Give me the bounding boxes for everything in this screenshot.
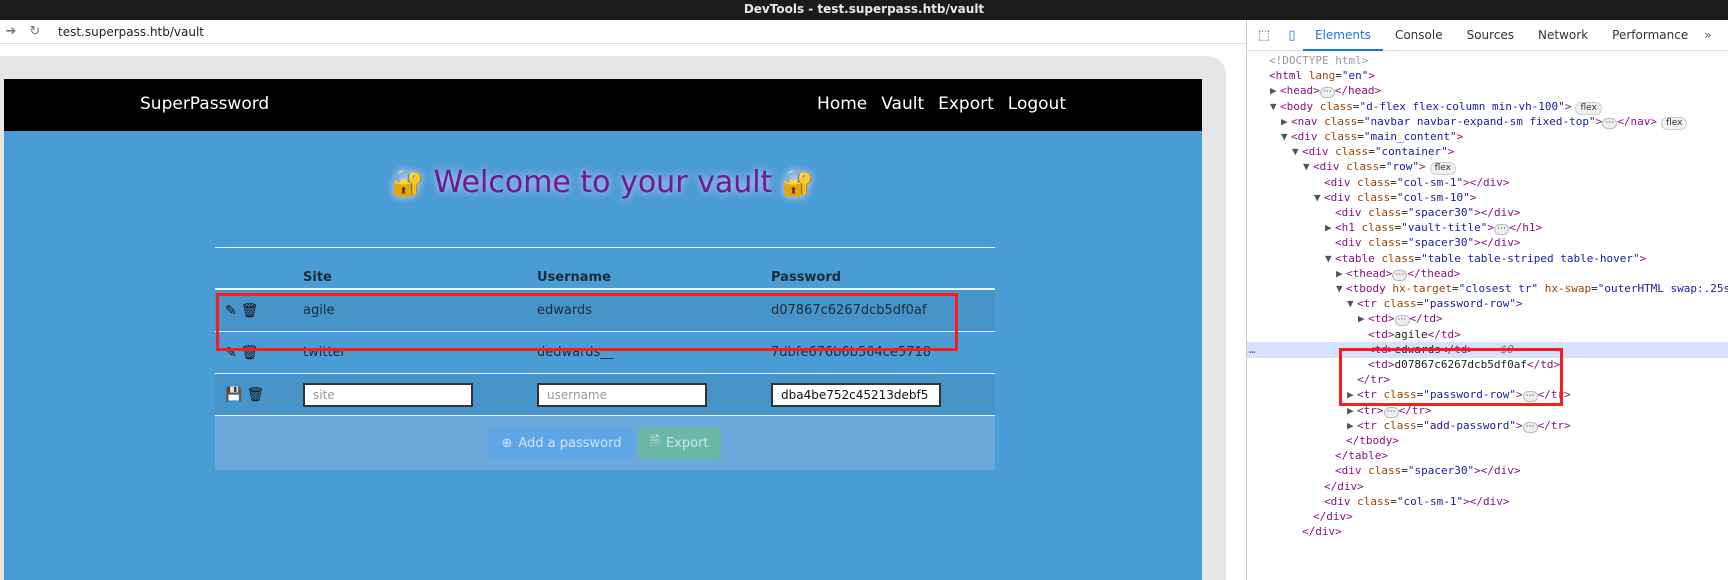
nav-export[interactable]: Export — [938, 94, 994, 114]
table-header: Site Username Password — [215, 248, 995, 290]
brand-link[interactable]: SuperPassword — [140, 94, 269, 114]
url-input[interactable]: test.superpass.htb/vault — [58, 25, 204, 39]
header-site: Site — [303, 270, 332, 285]
nav-home[interactable]: Home — [817, 94, 867, 114]
dom-node[interactable]: <td>d07867c6267dcb5df0af</td> — [1247, 357, 1728, 373]
dom-node[interactable]: ▼ <div class="col-sm-10"> — [1247, 190, 1728, 206]
dom-node[interactable]: ▼ <div class="container"> — [1247, 144, 1728, 160]
dom-node[interactable]: ▼ <body class="d-flex flex-column min-vh-… — [1247, 99, 1728, 115]
dom-node[interactable]: <div class="col-sm-1"></div> — [1247, 175, 1728, 191]
devtools-pane: ⬚ ▯ Elements Console Sources Network Per… — [1246, 20, 1728, 580]
dom-node[interactable]: ▶ <h1 class="vault-title"> ⋯ </h1> — [1247, 220, 1728, 236]
safe-icon: 🔐 — [781, 168, 815, 199]
browser-pane: ➔ ↻ test.superpass.htb/vault SuperPasswo… — [0, 20, 1246, 580]
dom-node[interactable]: <div class="col-sm-1"></div> — [1247, 494, 1728, 510]
dom-node[interactable]: <html lang="en"> — [1247, 68, 1728, 84]
dom-node[interactable]: <div class="spacer30"></div> — [1247, 463, 1728, 479]
header-username: Username — [537, 270, 611, 285]
dom-node[interactable]: <td>agile</td> — [1247, 327, 1728, 343]
button-bar: ⊕ Add a password 🗎 Export — [215, 416, 995, 470]
add-password-button[interactable]: ⊕ Add a password — [489, 427, 634, 459]
file-export-icon: 🗎 — [649, 434, 660, 449]
dom-node[interactable]: ▼ <table class="table table-striped table… — [1247, 251, 1728, 267]
tab-network[interactable]: Network — [1526, 20, 1600, 51]
table-row: ✎ 🗑 twitter dedwards__ 7dbfe676b6b564ce5… — [215, 332, 995, 374]
safe-icon: 🔐 — [391, 168, 425, 199]
dom-node[interactable]: ▶ <head> ⋯ </head> — [1247, 83, 1728, 99]
vault-page: SuperPassword Home Vault Export Logout 🔐… — [4, 79, 1202, 580]
dom-node[interactable]: </div> — [1247, 479, 1728, 495]
ellipsis-icon[interactable]: … — [1249, 342, 1256, 358]
nav-vault[interactable]: Vault — [881, 94, 924, 114]
table-row: ✎ 🗑 agile edwards d07867c6267dcb5df0af — [215, 290, 995, 332]
dom-node[interactable]: </table> — [1247, 448, 1728, 464]
dom-node[interactable]: </tbody> — [1247, 433, 1728, 449]
nav-links: Home Vault Export Logout — [817, 94, 1066, 114]
row-username: dedwards__ — [537, 345, 614, 360]
add-password-row: 💾 🗑 — [215, 374, 995, 416]
edit-icon[interactable]: ✎ — [225, 345, 237, 361]
dom-node[interactable]: ▼ <div class="main_content"> — [1247, 129, 1728, 145]
row-site: agile — [303, 303, 335, 318]
export-button[interactable]: 🗎 Export — [637, 427, 721, 459]
more-tabs-icon[interactable]: » — [1704, 28, 1711, 42]
row-password: 7dbfe676b6b564ce5718 — [771, 345, 931, 360]
header-password: Password — [771, 270, 842, 285]
site-input[interactable] — [303, 382, 473, 407]
dom-node[interactable]: </div> — [1247, 509, 1728, 525]
vault-title-text: Welcome to your vault — [433, 165, 773, 200]
reload-icon[interactable]: ↻ — [26, 24, 44, 39]
dom-node[interactable]: </tr> — [1247, 372, 1728, 388]
inspect-icon[interactable]: ⬚ — [1253, 28, 1275, 43]
dom-node[interactable]: ▶ <nav class="navbar navbar-expand-sm fix… — [1247, 114, 1728, 130]
save-icon[interactable]: 💾 — [225, 387, 242, 403]
username-input[interactable] — [537, 382, 707, 407]
dom-node[interactable]: ▶ <tr class="add-password"> ⋯ </tr> — [1247, 418, 1728, 434]
export-label: Export — [665, 435, 709, 451]
add-password-label: Add a password — [518, 435, 622, 451]
dom-node[interactable]: … <td>edwards</td> == $0 — [1247, 341, 1728, 358]
forward-icon[interactable]: ➔ — [2, 24, 20, 39]
address-bar: ➔ ↻ test.superpass.htb/vault — [0, 20, 1246, 44]
row-password: d07867c6267dcb5df0af — [771, 303, 927, 318]
vault-title: 🔐 Welcome to your vault 🔐 — [4, 165, 1202, 200]
row-site: twitter — [303, 345, 346, 360]
trash-icon[interactable]: 🗑 — [246, 387, 264, 403]
navbar: SuperPassword Home Vault Export Logout — [4, 79, 1202, 131]
dom-node[interactable]: <div class="spacer30"></div> — [1247, 235, 1728, 251]
tab-elements[interactable]: Elements — [1303, 20, 1383, 51]
edit-icon[interactable]: ✎ — [225, 303, 237, 319]
dom-node[interactable]: ▶ <thead> ⋯ </thead> — [1247, 266, 1728, 282]
devtools-tabs: ⬚ ▯ Elements Console Sources Network Per… — [1247, 20, 1728, 51]
trash-icon[interactable]: 🗑 — [241, 303, 259, 319]
window-title: DevTools - test.superpass.htb/vault — [0, 0, 1728, 20]
row-username: edwards — [537, 303, 592, 318]
plus-circle-icon: ⊕ — [501, 435, 513, 451]
dom-node[interactable]: ▼ <tr class="password-row"> — [1247, 296, 1728, 312]
dom-node[interactable]: ▶ <tr class="password-row"> ⋯ </tr> — [1247, 387, 1728, 403]
dom-node[interactable]: </div> — [1247, 524, 1728, 540]
nav-logout[interactable]: Logout — [1008, 94, 1066, 114]
password-table: Site Username Password ✎ 🗑 agile edwards… — [215, 247, 995, 470]
dom-node[interactable]: ▼ <tbody hx-target="closest tr" hx-swap="… — [1247, 281, 1728, 297]
dom-node[interactable]: <div class="spacer30"></div> — [1247, 205, 1728, 221]
dom-node[interactable]: ▶ <tr> ⋯ </tr> — [1247, 403, 1728, 419]
dom-node[interactable]: ▼ <div class="row"> flex — [1247, 159, 1728, 176]
device-toggle-icon[interactable]: ▯ — [1281, 28, 1303, 43]
trash-icon[interactable]: 🗑 — [241, 345, 259, 361]
tab-console[interactable]: Console — [1383, 20, 1455, 51]
dom-node[interactable]: <!DOCTYPE html> — [1247, 53, 1728, 69]
tab-sources[interactable]: Sources — [1455, 20, 1526, 51]
tab-performance[interactable]: Performance — [1600, 20, 1700, 51]
password-input[interactable] — [771, 382, 941, 407]
dom-node[interactable]: ▶ <td> ⋯ </td> — [1247, 311, 1728, 327]
